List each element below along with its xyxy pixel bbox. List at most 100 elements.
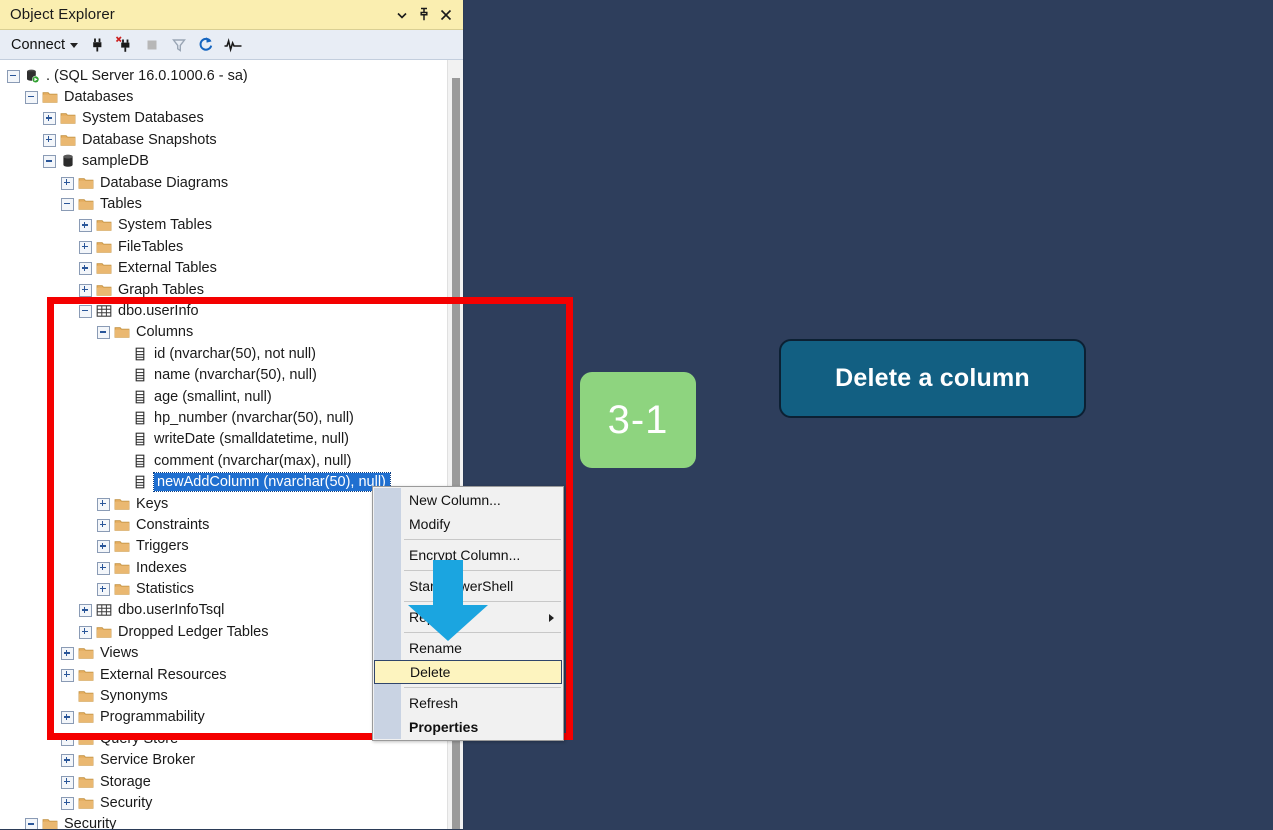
- dropdown-icon[interactable]: [391, 4, 413, 26]
- expand-icon[interactable]: [96, 518, 110, 532]
- menu-item[interactable]: New Column...: [373, 488, 563, 512]
- tree-node[interactable]: writeDate (smalldatetime, null): [0, 429, 447, 450]
- action-label-button[interactable]: Delete a column: [779, 339, 1086, 418]
- menu-item[interactable]: Rename: [373, 636, 563, 660]
- folder-icon: [77, 709, 95, 725]
- filter-icon[interactable]: [166, 33, 191, 57]
- menu-item[interactable]: Delete: [374, 660, 562, 684]
- expand-icon[interactable]: [60, 796, 74, 810]
- expand-icon[interactable]: [96, 497, 110, 511]
- expand-icon[interactable]: [78, 218, 92, 233]
- tree-node[interactable]: System Databases: [0, 108, 447, 129]
- tree-node[interactable]: Security: [0, 792, 447, 813]
- pin-icon[interactable]: [413, 4, 435, 26]
- activity-monitor-icon[interactable]: [220, 33, 245, 57]
- expand-icon[interactable]: [96, 582, 110, 597]
- tree-node-label: System Tables: [118, 217, 213, 234]
- folder-icon: [77, 774, 95, 790]
- disconnect-icon[interactable]: [112, 33, 137, 57]
- tree-node-label: Statistics: [136, 581, 195, 598]
- tree-node-label: sampleDB: [82, 153, 149, 170]
- expand-icon[interactable]: [78, 283, 92, 297]
- connect-icon[interactable]: [85, 33, 110, 57]
- tree-node[interactable]: System Tables: [0, 215, 447, 236]
- tree-node[interactable]: comment (nvarchar(max), null): [0, 450, 447, 471]
- collapse-icon[interactable]: [42, 154, 56, 169]
- table-icon: [95, 303, 113, 319]
- expand-icon[interactable]: [96, 561, 110, 575]
- tree-node-label: name (nvarchar(50), null): [154, 367, 317, 384]
- tree-node[interactable]: age (smallint, null): [0, 386, 447, 407]
- tree-node-label: comment (nvarchar(max), null): [154, 452, 352, 469]
- tree-node-label: id (nvarchar(50), not null): [154, 345, 316, 362]
- tree-node[interactable]: id (nvarchar(50), not null): [0, 343, 447, 364]
- column-context-menu[interactable]: New Column... Modify Encrypt Column... Star…: [372, 486, 564, 741]
- tree-node[interactable]: hp_number (nvarchar(50), null): [0, 407, 447, 428]
- menu-item[interactable]: Reports: [373, 605, 563, 629]
- tree-node[interactable]: Service Broker: [0, 750, 447, 771]
- expand-icon[interactable]: [78, 603, 92, 618]
- tree-node-label: Graph Tables: [118, 281, 204, 298]
- expand-icon[interactable]: [60, 732, 74, 746]
- tree-node-label: Triggers: [136, 538, 189, 555]
- connect-button-label: Connect: [11, 36, 66, 53]
- expand-icon[interactable]: [60, 176, 74, 190]
- refresh-icon[interactable]: [193, 33, 218, 57]
- tree-node-label: Storage: [100, 773, 151, 790]
- collapse-icon[interactable]: [6, 69, 20, 83]
- submenu-arrow-icon: [549, 614, 554, 622]
- tree-node-label: Security: [100, 794, 153, 811]
- expand-icon[interactable]: [60, 646, 74, 661]
- collapse-icon[interactable]: [60, 197, 74, 212]
- expand-icon[interactable]: [78, 240, 92, 254]
- tree-node[interactable]: dbo.userInfo: [0, 300, 447, 321]
- tree-node-label: hp_number (nvarchar(50), null): [154, 409, 354, 426]
- tree-node[interactable]: sampleDB: [0, 151, 447, 172]
- tree-node[interactable]: Database Diagrams: [0, 172, 447, 193]
- tree-node[interactable]: External Tables: [0, 258, 447, 279]
- tree-node[interactable]: FileTables: [0, 236, 447, 257]
- close-icon[interactable]: [435, 4, 457, 26]
- menu-item[interactable]: Refresh: [373, 691, 563, 715]
- folder-icon: [41, 89, 59, 105]
- menu-separator: [404, 601, 561, 602]
- expand-icon[interactable]: [60, 775, 74, 789]
- collapse-icon[interactable]: [96, 325, 110, 340]
- menu-separator: [404, 632, 561, 633]
- expand-icon[interactable]: [42, 111, 56, 126]
- column-icon: [131, 431, 149, 447]
- menu-item[interactable]: Encrypt Column...: [373, 543, 563, 567]
- tree-node[interactable]: Graph Tables: [0, 279, 447, 300]
- menu-item[interactable]: Properties: [373, 715, 563, 739]
- column-icon: [131, 367, 149, 383]
- tree-node[interactable]: Security: [0, 814, 447, 829]
- expand-icon[interactable]: [60, 710, 74, 725]
- menu-item[interactable]: Modify: [373, 512, 563, 536]
- column-icon: [131, 453, 149, 469]
- folder-icon: [59, 110, 77, 126]
- expand-icon[interactable]: [78, 625, 92, 639]
- tree-node[interactable]: . (SQL Server 16.0.1000.6 - sa): [0, 65, 447, 86]
- expand-icon[interactable]: [96, 539, 110, 554]
- menu-item[interactable]: Start PowerShell: [373, 574, 563, 598]
- tree-node-label: External Tables: [118, 260, 217, 277]
- collapse-icon[interactable]: [24, 90, 38, 105]
- menu-item-label: Delete: [410, 664, 451, 680]
- collapse-icon[interactable]: [78, 304, 92, 318]
- tree-node[interactable]: Database Snapshots: [0, 129, 447, 150]
- tree-node[interactable]: Databases: [0, 86, 447, 107]
- expand-icon[interactable]: [42, 133, 56, 147]
- connect-button[interactable]: Connect: [9, 35, 83, 55]
- collapse-icon[interactable]: [24, 817, 38, 829]
- folder-icon: [95, 624, 113, 640]
- tree-node[interactable]: Columns: [0, 322, 447, 343]
- expand-icon[interactable]: [78, 261, 92, 276]
- expand-icon[interactable]: [60, 753, 74, 768]
- tree-node[interactable]: Storage: [0, 771, 447, 792]
- expand-icon[interactable]: [60, 668, 74, 682]
- tree-node[interactable]: name (nvarchar(50), null): [0, 364, 447, 385]
- tree-node[interactable]: Tables: [0, 193, 447, 214]
